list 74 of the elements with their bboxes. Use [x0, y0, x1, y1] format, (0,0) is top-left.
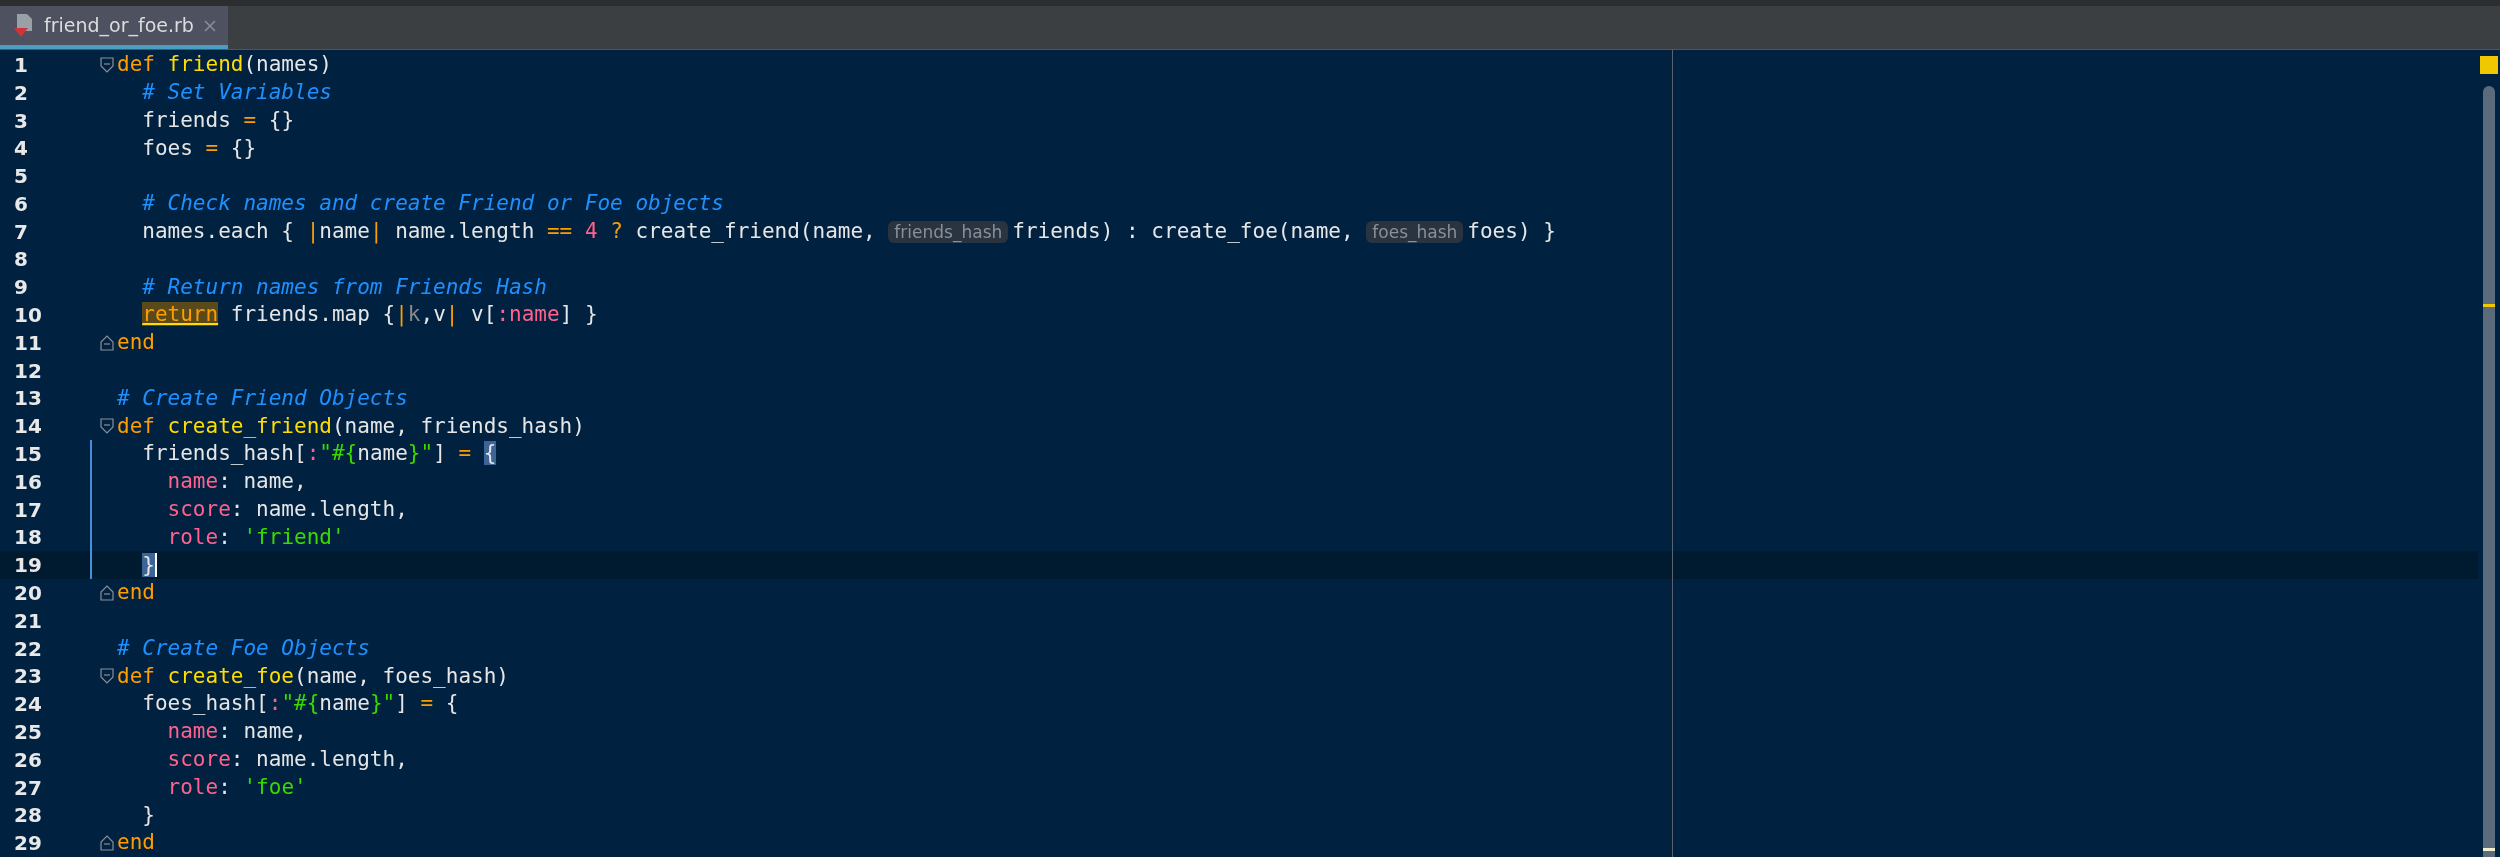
- line-number: 21: [13, 607, 43, 635]
- code-line: score: name.length,: [166, 746, 408, 774]
- line-number: 27: [13, 774, 43, 802]
- fold-icon[interactable]: [99, 56, 114, 73]
- fold-icon[interactable]: [99, 668, 114, 685]
- line-number: 25: [13, 719, 43, 747]
- line-number: 13: [13, 385, 43, 413]
- line-number: 5: [13, 163, 29, 191]
- line-number: 18: [13, 524, 43, 552]
- line-number: 3: [13, 107, 29, 135]
- fold-icon[interactable]: [99, 835, 114, 852]
- change-marker[interactable]: [90, 523, 92, 552]
- code-line: def friend(names): [117, 51, 332, 79]
- code-line: friends_hash[:"#{name}"] = {: [141, 440, 497, 468]
- code-line: return friends.map {|k,v| v[:name] }: [141, 301, 598, 329]
- code-line: foes) }: [1467, 217, 1556, 245]
- line-number: 9: [13, 274, 29, 302]
- close-icon[interactable]: [203, 19, 216, 32]
- parameter-hint: foes_hash: [1366, 220, 1464, 243]
- line-number: 14: [13, 413, 43, 441]
- line-number: 17: [13, 496, 43, 524]
- code-line: friends) : create_foe(name,: [1012, 217, 1355, 245]
- code-line: name: name,: [166, 718, 307, 746]
- code-line: # Create Friend Objects: [117, 384, 408, 412]
- line-number: 26: [13, 746, 43, 774]
- ruby-file-icon: [12, 12, 34, 39]
- code-line: name: name,: [166, 468, 307, 496]
- change-marker[interactable]: [90, 467, 92, 496]
- line-number: 2: [13, 79, 29, 107]
- line-number: 10: [13, 302, 43, 330]
- parameter-hint: friends_hash: [888, 220, 1009, 243]
- change-marker[interactable]: [90, 440, 92, 468]
- line-number: 4: [13, 135, 29, 163]
- line-number: 29: [13, 830, 43, 857]
- tab-label: friend_or_foe.rb: [44, 13, 194, 39]
- error-stripe-icon[interactable]: [2483, 848, 2495, 852]
- code-line: score: name.length,: [166, 495, 408, 523]
- code-line: # Create Foe Objects: [117, 634, 370, 662]
- code-line: }: [141, 801, 155, 829]
- line-number: 22: [13, 635, 43, 663]
- code-line: end: [117, 579, 155, 607]
- code-line: # Return names from Friends Hash: [141, 273, 547, 301]
- change-marker[interactable]: [90, 495, 92, 524]
- editor-tab[interactable]: friend_or_foe.rb: [0, 6, 228, 49]
- code-line: friends = {}: [141, 106, 295, 134]
- fold-icon[interactable]: [99, 585, 114, 602]
- code-line: # Set Variables: [141, 78, 332, 106]
- fold-icon[interactable]: [99, 334, 114, 351]
- line-number: 8: [13, 246, 29, 274]
- scrollbar[interactable]: [2483, 86, 2495, 857]
- code-line: foes = {}: [141, 134, 257, 162]
- line-number: 19: [13, 552, 43, 580]
- line-number: 20: [13, 580, 43, 608]
- code-line: end: [117, 329, 155, 357]
- fold-icon[interactable]: [99, 418, 114, 435]
- code-line: role: 'friend': [166, 523, 345, 551]
- code-line: role: 'foe': [166, 773, 307, 801]
- line-number: 1: [13, 51, 29, 79]
- line-number: 6: [13, 190, 29, 218]
- change-marker[interactable]: [90, 551, 92, 580]
- line-number: 28: [13, 802, 43, 830]
- line-number: 11: [13, 329, 43, 357]
- line-number: 16: [13, 468, 43, 496]
- code-line: def create_friend(name, friends_hash): [117, 412, 585, 440]
- code-line: foes_hash[:"#{name}"] = {: [141, 690, 459, 718]
- line-number: 23: [13, 663, 43, 691]
- line-number: 24: [13, 691, 43, 719]
- line-number: 12: [13, 357, 43, 385]
- line-number: 7: [13, 218, 29, 246]
- code-line: def create_foe(name, foes_hash): [117, 662, 509, 690]
- line-number: 15: [13, 441, 43, 469]
- code-line: # Check names and create Friend or Foe objects: [141, 190, 724, 218]
- code-line: end: [117, 829, 155, 857]
- code-line: names.each { |name| name.length == 4 ? create_friend(name,: [141, 217, 877, 246]
